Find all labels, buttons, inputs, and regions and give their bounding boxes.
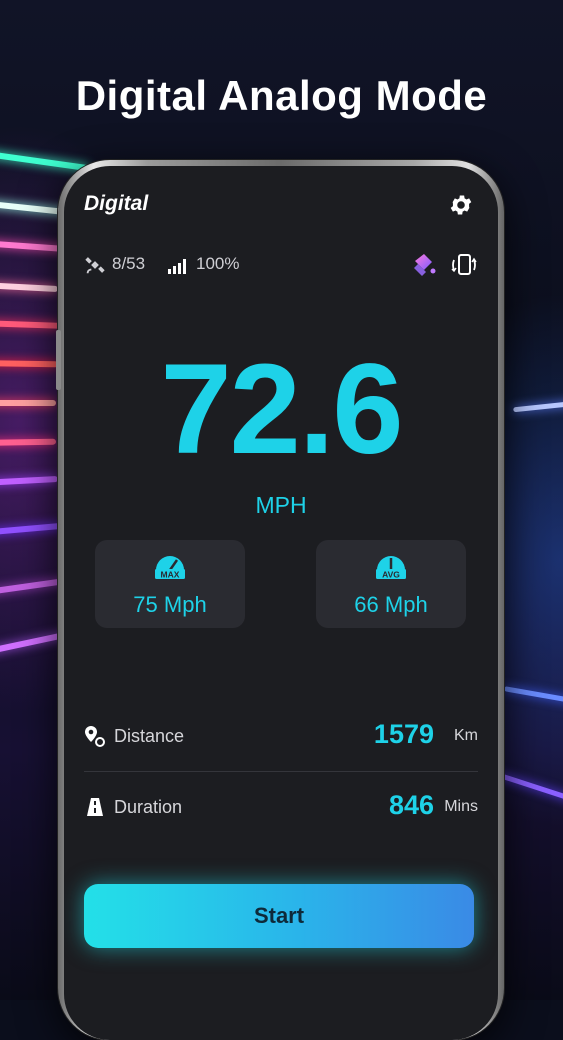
phone-screen: Digital 8/53 100% 72.6 MPH MAX 75 Mph AV… bbox=[64, 166, 498, 1040]
current-speed: 72.6 bbox=[160, 338, 403, 481]
distance-row: Distance 1579 Km bbox=[84, 715, 478, 755]
satellite-icon bbox=[85, 257, 105, 274]
road-icon bbox=[87, 798, 103, 816]
distance-label: Distance bbox=[114, 726, 185, 746]
max-speed-value: 75 Mph bbox=[133, 592, 207, 617]
hero-title: Digital Analog Mode bbox=[75, 72, 488, 119]
max-speed-card: MAX 75 Mph bbox=[95, 540, 245, 628]
avg-badge-text: AVG bbox=[382, 570, 400, 580]
signal-strength: 100% bbox=[196, 254, 240, 273]
start-button[interactable]: Start bbox=[84, 884, 474, 948]
signal-bars-icon bbox=[168, 259, 186, 274]
location-pin-icon bbox=[85, 726, 105, 747]
duration-row: Duration 846 Mins bbox=[84, 786, 478, 826]
max-badge-text: MAX bbox=[161, 570, 180, 580]
duration-value: 846 bbox=[388, 790, 434, 820]
distance-unit: Km bbox=[454, 727, 478, 744]
duration-label: Duration bbox=[114, 797, 183, 817]
status-row: 8/53 100% bbox=[84, 252, 478, 278]
app-title: Digital bbox=[84, 192, 149, 215]
neon-streak bbox=[0, 360, 59, 368]
distance-value: 1579 bbox=[373, 719, 434, 749]
avg-gauge-icon: AVG bbox=[376, 556, 406, 580]
avg-speed-card: AVG 66 Mph bbox=[316, 540, 466, 628]
divider bbox=[84, 771, 478, 772]
phone-side-button bbox=[56, 330, 61, 390]
speed-unit: MPH bbox=[255, 492, 307, 518]
satellite-count: 8/53 bbox=[112, 254, 146, 273]
max-gauge-icon: MAX bbox=[155, 556, 185, 580]
neon-streak bbox=[0, 400, 56, 406]
avg-speed-value: 66 Mph bbox=[354, 592, 428, 617]
rotate-screen-icon[interactable] bbox=[450, 252, 478, 278]
gear-icon[interactable] bbox=[448, 192, 474, 218]
duration-unit: Mins bbox=[444, 798, 478, 815]
paint-bucket-icon[interactable] bbox=[412, 252, 436, 278]
